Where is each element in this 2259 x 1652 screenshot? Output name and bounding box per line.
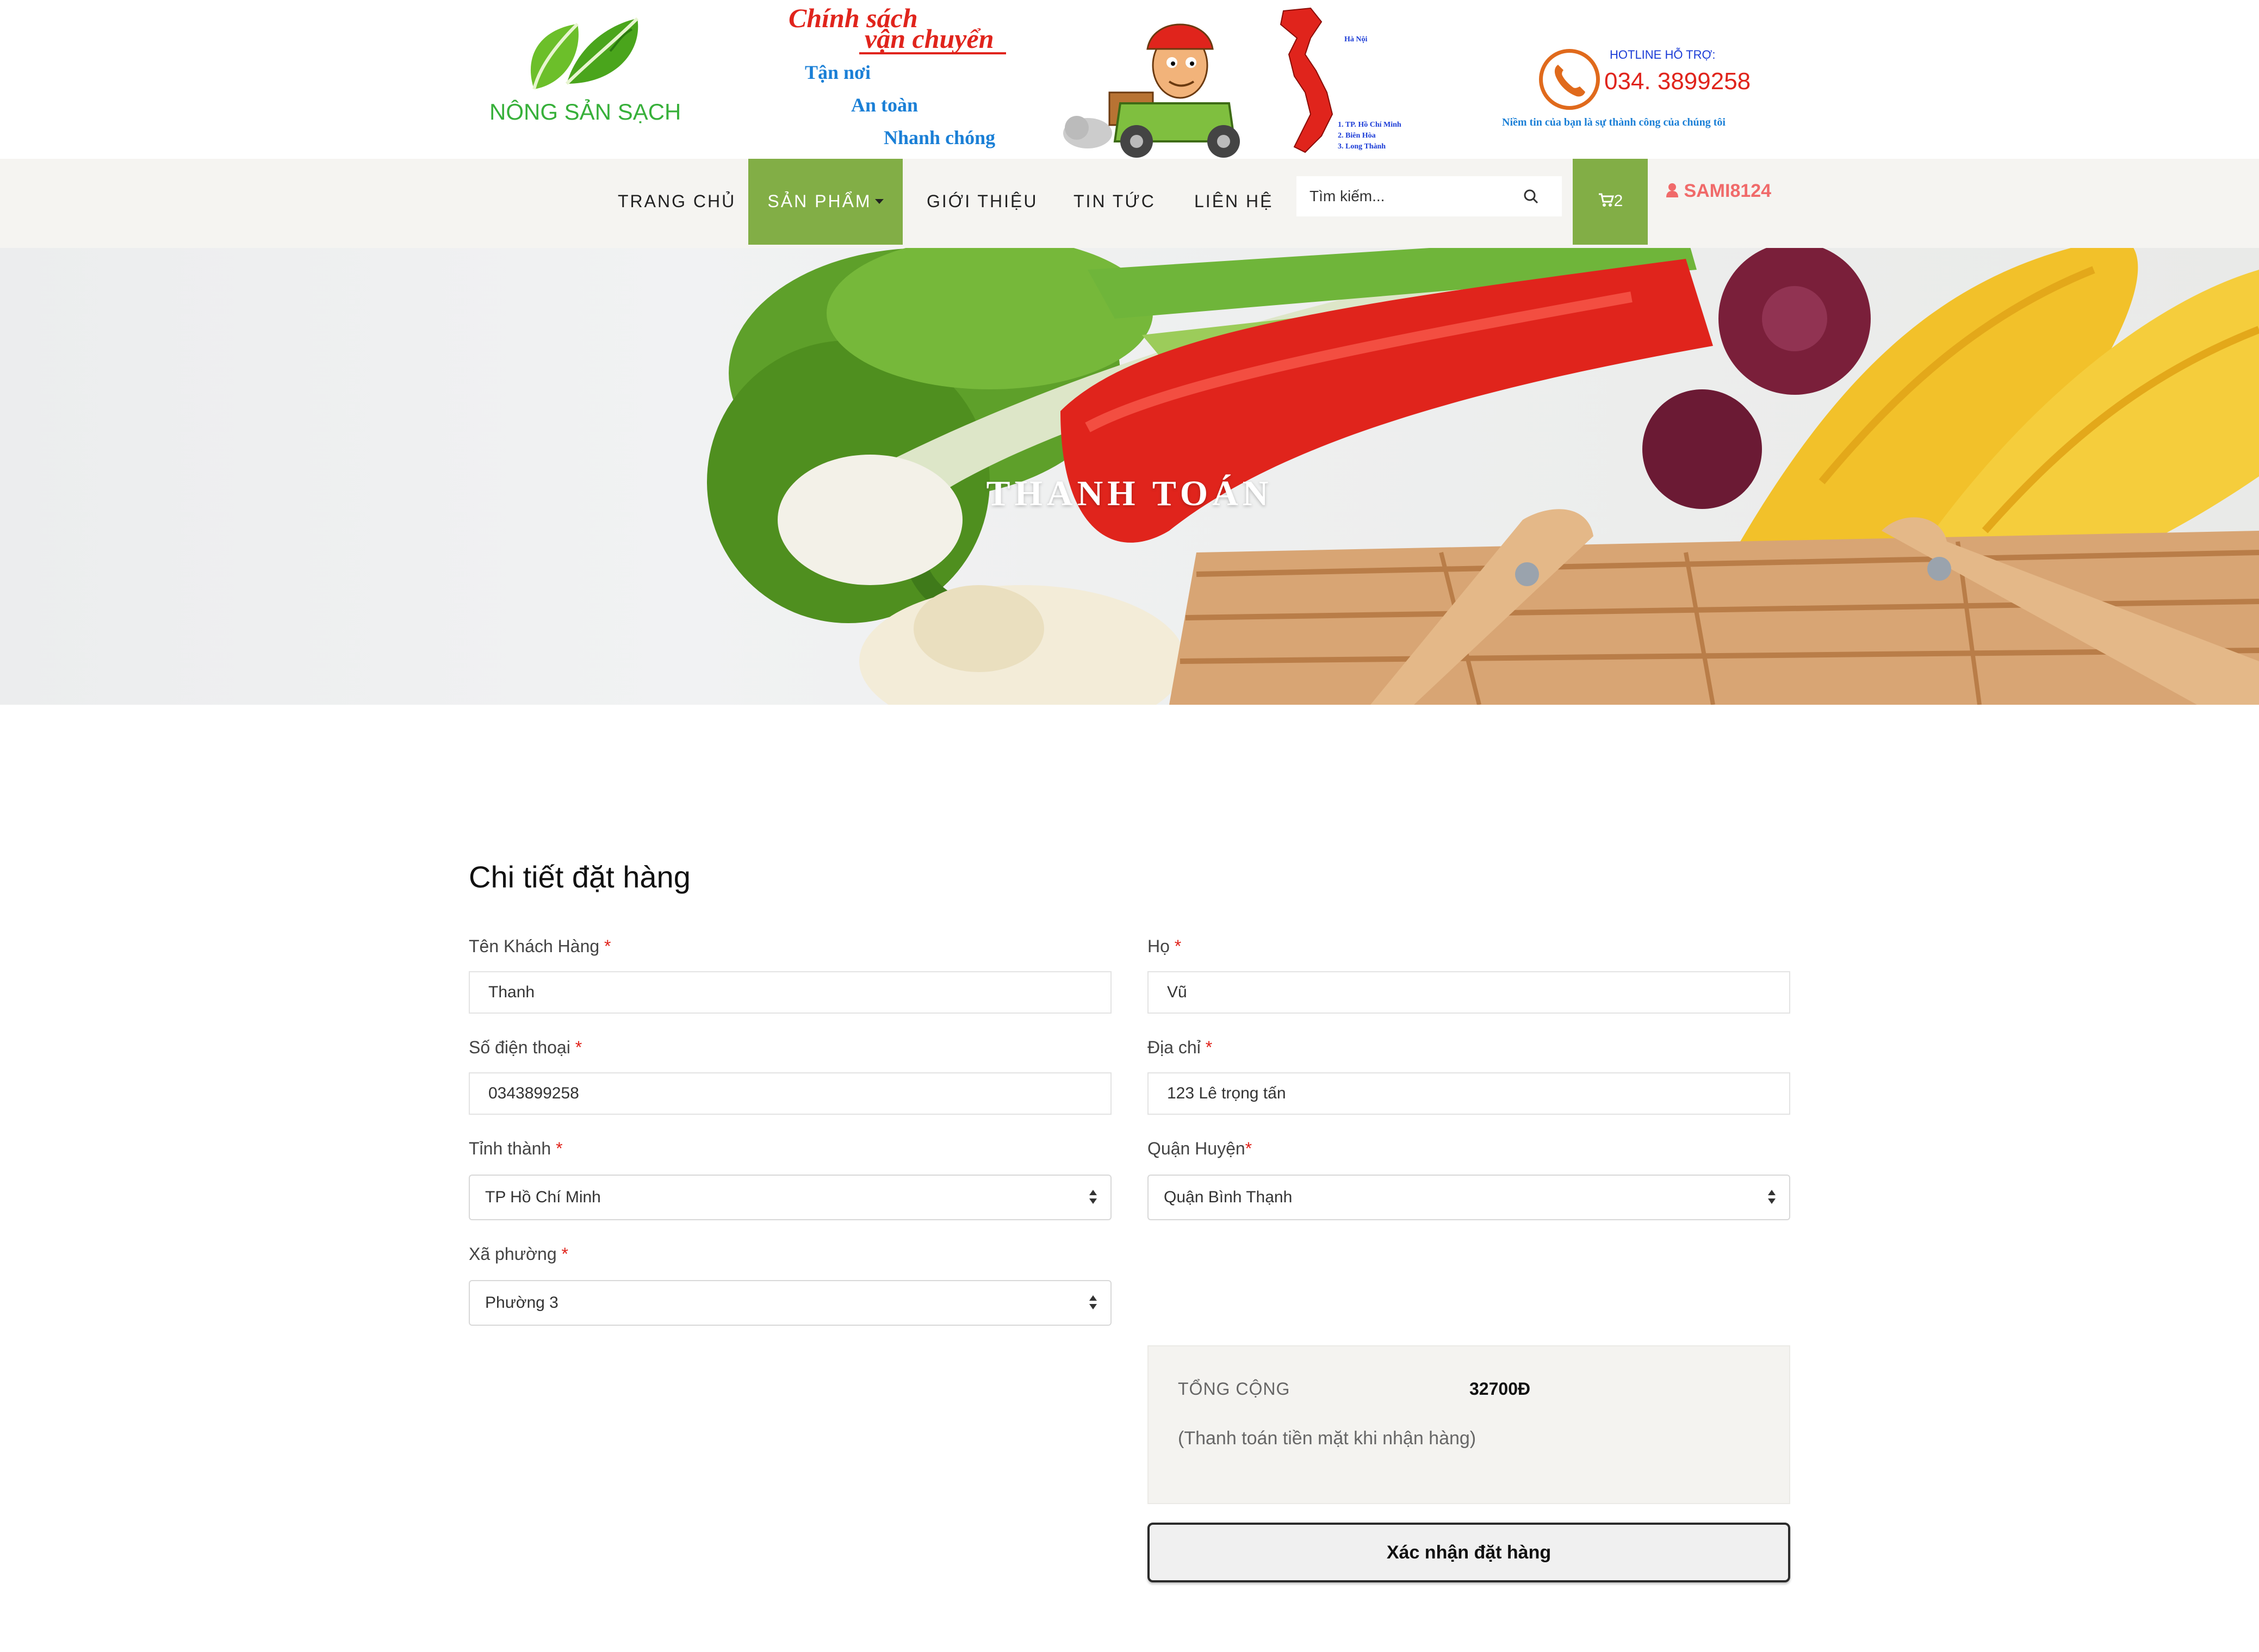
shipping-line: An toàn	[851, 94, 919, 116]
top-banner: NÔNG SẢN SẠCH Chính sách vận chuyển Tận …	[0, 0, 2259, 159]
username: SAMI8124	[1684, 181, 1772, 201]
ward-select[interactable]: Phường 3	[469, 1280, 1112, 1326]
hero-banner: THANH TOÁN	[0, 248, 2259, 705]
page-title: THANH TOÁN	[986, 474, 1273, 513]
shipping-underline	[859, 52, 1006, 54]
map-label: 3. Long Thành	[1338, 142, 1386, 151]
ward-selected: Phường 3	[485, 1294, 558, 1312]
nav-item-home[interactable]: TRANG CHỦ	[618, 159, 736, 245]
nav-item-label: TIN TỨC	[1073, 191, 1156, 211]
last-name-label: Họ *	[1147, 936, 1182, 956]
cart-icon	[1598, 193, 1614, 207]
map-label: 2. Biên Hòa	[1338, 132, 1376, 140]
site-logo[interactable]: NÔNG SẢN SẠCH	[469, 8, 681, 133]
district-selected: Quận Bình Thạnh	[1164, 1188, 1293, 1206]
cart-button[interactable]: 2	[1573, 159, 1648, 245]
cart-count: 2	[1613, 192, 1623, 210]
select-arrows-icon	[1767, 1190, 1776, 1207]
hotline-number: 034. 3899258	[1604, 68, 1751, 95]
delivery-scooter-icon	[1063, 23, 1240, 158]
nav-item-label: SẢN PHẨM	[767, 191, 872, 211]
nav-item-label: GIỚI THIỆU	[927, 191, 1038, 211]
user-account-link[interactable]: SAMI8124	[1666, 181, 1771, 202]
vietnam-map: Hà Nội 1. TP. Hồ Chí Minh 2. Biên Hòa 3.…	[1273, 5, 1430, 158]
province-selected: TP Hồ Chí Minh	[485, 1188, 601, 1206]
payment-note: (Thanh toán tiền mặt khi nhận hàng)	[1178, 1428, 1476, 1449]
phone-icon	[1539, 49, 1600, 110]
nav-item-label: LIÊN HỆ	[1194, 191, 1274, 211]
address-input[interactable]	[1147, 1072, 1790, 1115]
district-select[interactable]: Quận Bình Thạnh	[1147, 1175, 1790, 1220]
map-label: Hà Nội	[1344, 35, 1368, 44]
shipping-policy-banner: Chính sách vận chuyển Tận nơi An toàn Nh…	[783, 0, 1011, 158]
nav-item-products[interactable]: SẢN PHẨM	[748, 159, 903, 245]
nav-item-about[interactable]: GIỚI THIỆU	[927, 159, 1038, 245]
shipping-line: Tận nơi	[805, 61, 871, 83]
form-title: Chi tiết đặt hàng	[469, 860, 691, 894]
district-label: Quận Huyện*	[1147, 1139, 1252, 1158]
search-input[interactable]	[1310, 176, 1527, 216]
leaf-logo-icon	[530, 17, 639, 90]
total-value: 32700Đ	[1469, 1379, 1531, 1399]
nav-item-label: TRANG CHỦ	[618, 191, 736, 211]
nav-item-contact[interactable]: LIÊN HỆ	[1194, 159, 1273, 245]
province-label: Tỉnh thành *	[469, 1139, 563, 1158]
map-label: 1. TP. Hồ Chí Minh	[1338, 121, 1401, 129]
total-label: TỔNG CỘNG	[1178, 1379, 1290, 1399]
phone-input[interactable]	[469, 1072, 1112, 1115]
search-icon[interactable]	[1521, 186, 1542, 208]
hotline-banner[interactable]: HOTLINE HỖ TRỢ: 034. 3899258 Niềm tin củ…	[1495, 44, 1778, 141]
first-name-input[interactable]	[469, 971, 1112, 1014]
logo-text: NÔNG SẢN SẠCH	[489, 99, 681, 125]
first-name-label: Tên Khách Hàng *	[469, 936, 611, 956]
shipping-title-2: vận chuyển	[865, 23, 994, 54]
select-arrows-icon	[1089, 1295, 1097, 1313]
province-select[interactable]: TP Hồ Chí Minh	[469, 1175, 1112, 1220]
hotline-slogan: Niềm tin của bạn là sự thành công của ch…	[1502, 116, 1726, 128]
main-nav: TRANG CHỦ SẢN PHẨM GIỚI THIỆU TIN TỨC LI…	[0, 159, 2259, 248]
shipping-line: Nhanh chóng	[884, 127, 996, 148]
user-icon	[1666, 183, 1678, 198]
phone-label: Số điện thoại *	[469, 1038, 582, 1057]
hotline-label: HOTLINE HỖ TRỢ:	[1610, 48, 1716, 61]
address-label: Địa chỉ *	[1147, 1038, 1213, 1057]
order-summary: TỔNG CỘNG 32700Đ (Thanh toán tiền mặt kh…	[1147, 1345, 1790, 1504]
ward-label: Xã phường *	[469, 1244, 568, 1264]
nav-item-news[interactable]: TIN TỨC	[1073, 159, 1156, 245]
caret-down-icon	[874, 199, 884, 204]
last-name-input[interactable]	[1147, 971, 1790, 1014]
vietnam-map-icon	[1280, 7, 1333, 153]
select-arrows-icon	[1089, 1190, 1097, 1207]
confirm-order-button[interactable]: Xác nhận đặt hàng	[1147, 1523, 1790, 1582]
